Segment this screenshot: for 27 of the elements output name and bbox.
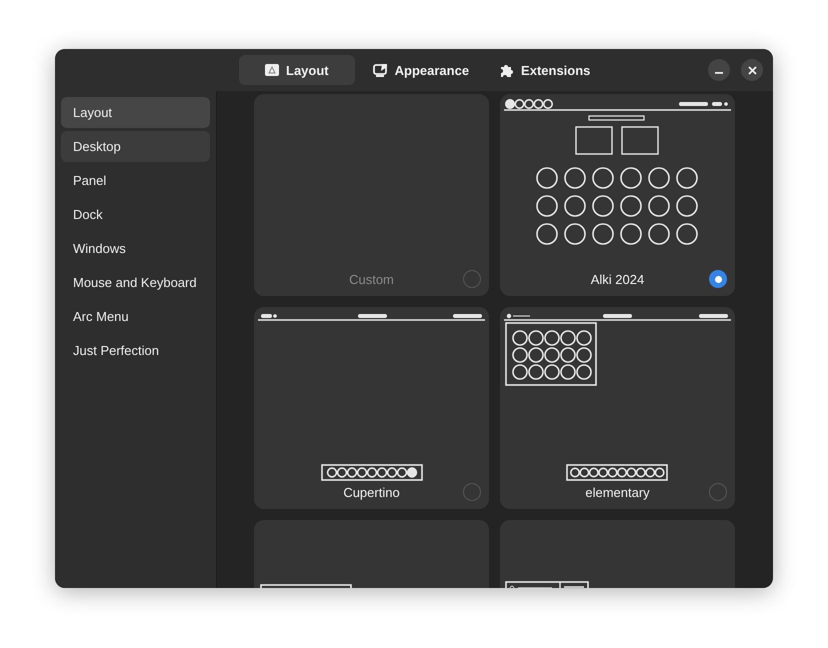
layout-name: Alki 2024 xyxy=(590,272,646,287)
radio-button[interactable] xyxy=(709,270,727,288)
layout-card[interactable]: Cupertino xyxy=(254,307,489,509)
sidebar-item[interactable]: Desktop xyxy=(61,131,210,162)
close-icon xyxy=(748,66,756,74)
minimize-button[interactable] xyxy=(708,59,730,81)
sidebar-item[interactable]: Just Perfection xyxy=(61,335,210,366)
sidebar-item[interactable]: Panel xyxy=(61,165,210,196)
layout-name: Custom xyxy=(348,272,395,287)
layout-name: Cupertino xyxy=(342,485,401,500)
sidebar-item[interactable]: Layout xyxy=(61,97,210,128)
header-tab[interactable]: Appearance xyxy=(360,55,482,85)
sidebar-item[interactable]: Arc Menu xyxy=(61,301,210,332)
layout-card[interactable]: Alki 2024 xyxy=(500,94,735,296)
monitor-icon xyxy=(372,63,388,77)
sidebar-item[interactable]: Mouse and Keyboard xyxy=(61,267,210,298)
close-button[interactable] xyxy=(741,59,763,81)
sidebar-item[interactable]: Dock xyxy=(61,199,210,230)
radio-button[interactable] xyxy=(463,483,481,501)
puzzle-icon xyxy=(499,62,514,78)
header-tab[interactable]: Layout xyxy=(239,55,355,85)
header-tab[interactable]: Extensions xyxy=(487,55,602,85)
layout-card[interactable]: elementary xyxy=(500,307,735,509)
layout-name: elementary xyxy=(584,485,651,500)
sidebar-item[interactable]: Windows xyxy=(61,233,210,264)
layout-icon xyxy=(265,64,279,76)
radio-button[interactable] xyxy=(709,483,727,501)
